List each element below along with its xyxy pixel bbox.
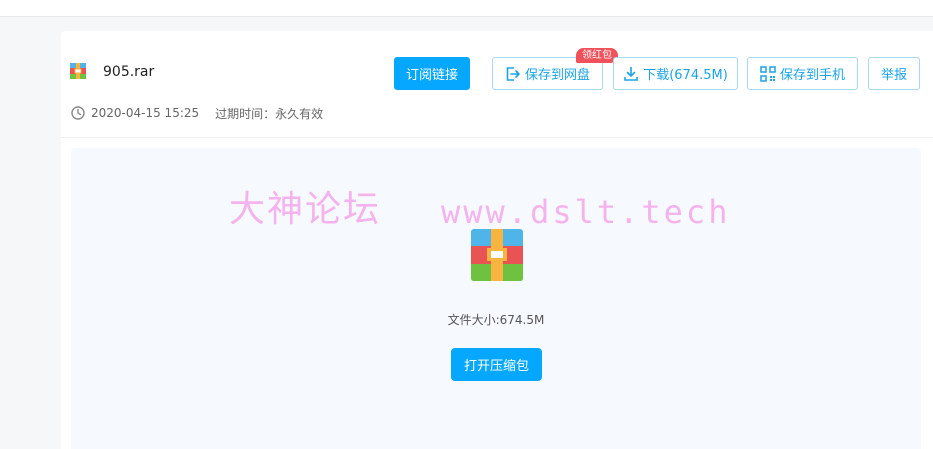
download-button[interactable]: 下载(674.5M) (613, 57, 738, 90)
divider (61, 137, 933, 138)
subscribe-button-label: 订阅链接 (405, 68, 458, 83)
expire-value: 永久有效 (275, 106, 324, 121)
save-to-disk-icon (506, 66, 520, 81)
download-label: 下载(674.5M) (643, 68, 728, 83)
subscribe-button[interactable]: 订阅链接 (394, 57, 470, 90)
save-to-phone-label: 保存到手机 (779, 68, 845, 83)
file-size-label: 文件大小: (447, 313, 500, 327)
archive-large-icon (471, 229, 523, 281)
download-icon (624, 66, 639, 81)
open-archive-label: 打开压缩包 (463, 359, 529, 374)
winrar-archive-icon (70, 63, 86, 79)
expire-label: 过期时间： (215, 106, 276, 121)
file-size-value: 674.5M (499, 313, 545, 327)
upload-date: 2020-04-15 15:25 (91, 106, 200, 120)
top-bar (0, 0, 933, 17)
file-card: 905.rar 2020-04-15 15:25 过期时间： 永久有效 订阅链接… (61, 31, 933, 449)
file-meta: 2020-04-15 15:25 过期时间： 永久有效 (71, 104, 323, 122)
save-to-disk-label: 保存到网盘 (524, 68, 590, 83)
open-archive-button[interactable]: 打开压缩包 (451, 348, 542, 381)
archive-preview: 大神论坛 www.dslt.tech 文件大小:674.5M 打开压缩包 (71, 148, 921, 449)
qrcode-icon (760, 65, 776, 82)
clock-icon (71, 106, 85, 120)
watermark-text-cn: 大神论坛 (229, 189, 382, 230)
report-button[interactable]: 举报 (868, 57, 920, 90)
watermark-url: www.dslt.tech (441, 193, 731, 231)
file-name: 905.rar (103, 64, 155, 80)
red-packet-badge[interactable]: 领红包 (576, 48, 618, 63)
file-size: 文件大小:674.5M (71, 312, 921, 328)
save-to-phone-button[interactable]: 保存到手机 (747, 57, 858, 90)
report-label: 举报 (880, 68, 907, 83)
